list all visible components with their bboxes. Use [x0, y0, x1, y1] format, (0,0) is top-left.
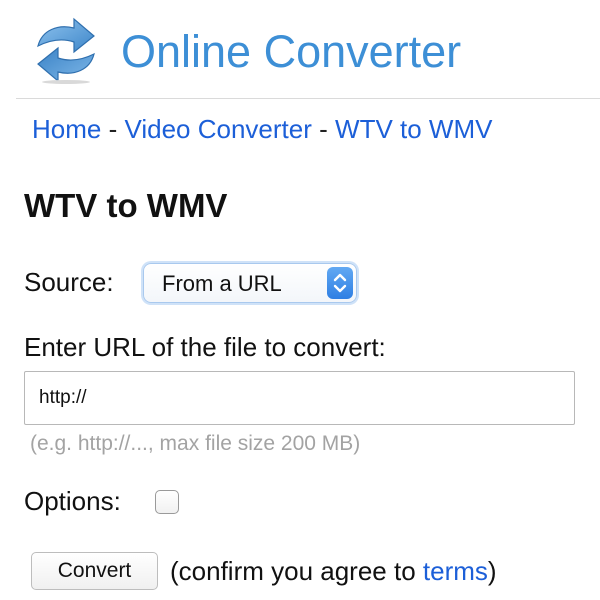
site-header: Online Converter — [0, 0, 600, 98]
page-title: WTV to WMV — [24, 187, 228, 224]
page: Online Converter Home - Video Converter … — [0, 0, 600, 600]
url-hint: (e.g. http://..., max file size 200 MB) — [30, 432, 361, 455]
options-label: Options: — [24, 486, 121, 516]
site-title[interactable]: Online Converter — [121, 24, 461, 80]
refresh-arrows-icon[interactable] — [28, 16, 104, 84]
terms-link[interactable]: terms — [423, 556, 488, 586]
convert-note-prefix: (confirm you agree to — [170, 556, 423, 586]
breadcrumb-separator: - — [319, 114, 336, 144]
options-checkbox[interactable] — [155, 490, 179, 514]
breadcrumb-separator: - — [108, 114, 125, 144]
source-label: Source: — [24, 267, 114, 297]
source-selected-value: From a URL — [162, 271, 282, 296]
convert-note-suffix: ) — [487, 556, 497, 586]
url-field-label: Enter URL of the file to convert: — [24, 332, 386, 362]
breadcrumb: Home - Video Converter - WTV to WMV — [32, 113, 492, 145]
header-divider — [16, 98, 600, 99]
url-input[interactable] — [24, 371, 575, 425]
convert-note: (confirm you agree to terms) — [170, 555, 497, 587]
convert-button[interactable]: Convert — [31, 552, 158, 590]
breadcrumb-wtv-to-wmv[interactable]: WTV to WMV — [335, 114, 492, 144]
breadcrumb-video-converter[interactable]: Video Converter — [124, 114, 311, 144]
source-select[interactable]: From a URL — [143, 263, 357, 303]
breadcrumb-home[interactable]: Home — [32, 114, 101, 144]
select-arrows-icon — [327, 267, 353, 299]
